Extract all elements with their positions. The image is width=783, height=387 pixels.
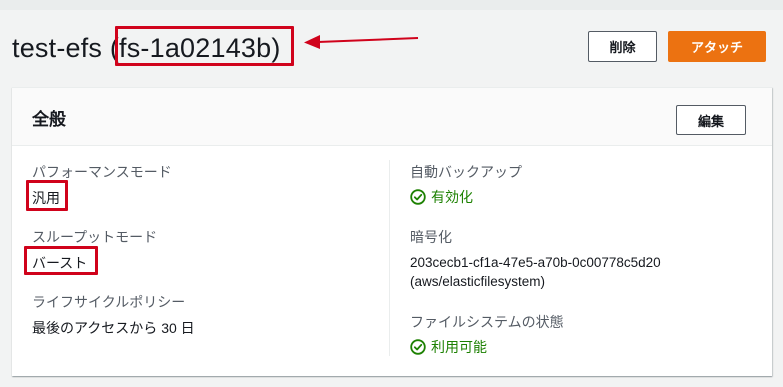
performance-mode-value: 汎用 [32, 190, 60, 206]
throughput-mode-label: スループットモード [32, 229, 158, 245]
attach-button[interactable]: アタッチ [668, 31, 766, 62]
encryption-key-id: 203cecb1-cf1a-47e5-a70b-0c00778c5d20 [410, 255, 661, 270]
performance-mode-label: パフォーマンスモード [32, 164, 172, 180]
automatic-backup-status: 有効化 [410, 187, 473, 207]
page-title: test-efs (fs-1a02143b) [12, 33, 281, 64]
edit-button[interactable]: 編集 [676, 105, 746, 135]
status-positive-icon [410, 189, 426, 205]
file-system-state-status: 利用可能 [410, 337, 487, 357]
column-divider [389, 160, 390, 356]
file-system-state-label: ファイルシステムの状態 [410, 314, 564, 330]
status-positive-icon [410, 339, 426, 355]
automatic-backup-label: 自動バックアップ [410, 164, 522, 180]
file-system-state-value: 利用可能 [431, 339, 487, 355]
delete-button[interactable]: 削除 [588, 31, 657, 62]
encryption-label: 暗号化 [410, 229, 452, 245]
panel-title: 全般 [32, 110, 66, 129]
general-panel: 全般 編集 パフォーマンスモード 汎用 スループットモード バースト ライフサイ… [12, 87, 772, 376]
file-system-name: test-efs [12, 32, 103, 63]
arrow-left-icon [304, 35, 419, 49]
page-header: test-efs (fs-1a02143b) [12, 28, 281, 68]
encryption-key-alias: (aws/elasticfilesystem) [410, 274, 546, 289]
automatic-backup-value: 有効化 [431, 189, 473, 205]
top-edge [0, 0, 783, 10]
lifecycle-policy-value: 最後のアクセスから 30 日 [32, 320, 195, 336]
lifecycle-policy-label: ライフサイクルポリシー [32, 294, 186, 310]
panel-header: 全般 編集 [12, 88, 772, 146]
file-system-id: (fs-1a02143b) [109, 32, 281, 63]
throughput-mode-value: バースト [32, 255, 88, 271]
